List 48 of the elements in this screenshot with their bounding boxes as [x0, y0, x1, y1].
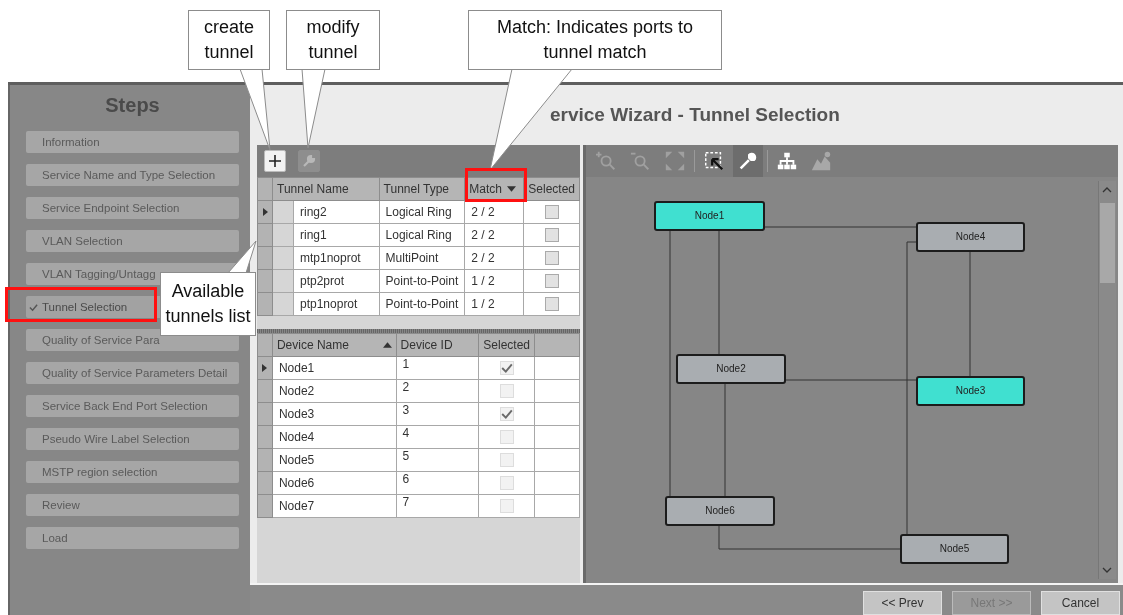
device-node[interactable]: Node5 [900, 533, 1009, 564]
table-cell: Node5 [272, 448, 397, 472]
device-node[interactable]: Node3 [916, 375, 1025, 406]
dropdown-caret-icon [507, 185, 516, 192]
scrollbar-thumb[interactable] [1100, 202, 1115, 283]
scroll-down-icon[interactable] [1102, 567, 1112, 574]
highlight-frame [465, 168, 527, 202]
column-header[interactable]: Tunnel Name [272, 177, 380, 201]
steps-title: Steps [104, 93, 161, 118]
checkbox[interactable] [544, 228, 559, 243]
wrench-tool-button[interactable] [733, 144, 763, 177]
callout-tooltip: modify tunnel [286, 10, 380, 70]
window-title: ervice Wizard - Tunnel Selection [550, 103, 840, 126]
column-header[interactable]: Tunnel Type [379, 177, 465, 201]
scroll-up-icon[interactable] [1102, 186, 1112, 193]
table-cell: Node7 [272, 494, 397, 518]
callout-tooltip: Available tunnels list [160, 272, 256, 336]
checkbox[interactable] [544, 251, 559, 266]
sort-ascending-icon [382, 341, 392, 348]
row-pointer-icon [262, 363, 268, 372]
image-icon [810, 149, 832, 172]
column-header[interactable]: Device Name [272, 333, 397, 357]
checkbox[interactable] [544, 205, 559, 220]
checkbox[interactable] [544, 274, 559, 289]
zoom-in-icon [596, 149, 618, 172]
row-pointer-icon [262, 207, 268, 216]
add-button[interactable] [264, 149, 286, 172]
callout-tooltip: Match: Indicates ports to tunnel match [468, 10, 722, 70]
callout-tooltip: create tunnel [188, 10, 270, 70]
table-cell: Node1 [272, 356, 397, 380]
column-header[interactable]: Selected [478, 333, 535, 357]
table-cell: Node2 [272, 379, 397, 403]
plus-icon [268, 153, 282, 168]
fit-icon [664, 149, 686, 172]
table-cell: Node6 [272, 471, 397, 495]
table-cell: Node4 [272, 425, 397, 449]
select-icon [703, 149, 725, 172]
device-node[interactable]: Node1 [654, 200, 765, 231]
check-icon [29, 302, 38, 312]
table-cell: Node3 [272, 402, 397, 426]
vertical-scrollbar[interactable] [1098, 180, 1116, 580]
wizard-button[interactable]: Cancel [1041, 591, 1120, 615]
checkbox[interactable] [544, 297, 559, 312]
device-node[interactable]: Node6 [665, 495, 775, 526]
device-node[interactable]: Node4 [916, 221, 1025, 252]
column-header[interactable]: Device ID [396, 333, 479, 357]
wizard-button[interactable]: << Prev [863, 591, 942, 615]
device-node[interactable]: Node2 [676, 353, 786, 384]
